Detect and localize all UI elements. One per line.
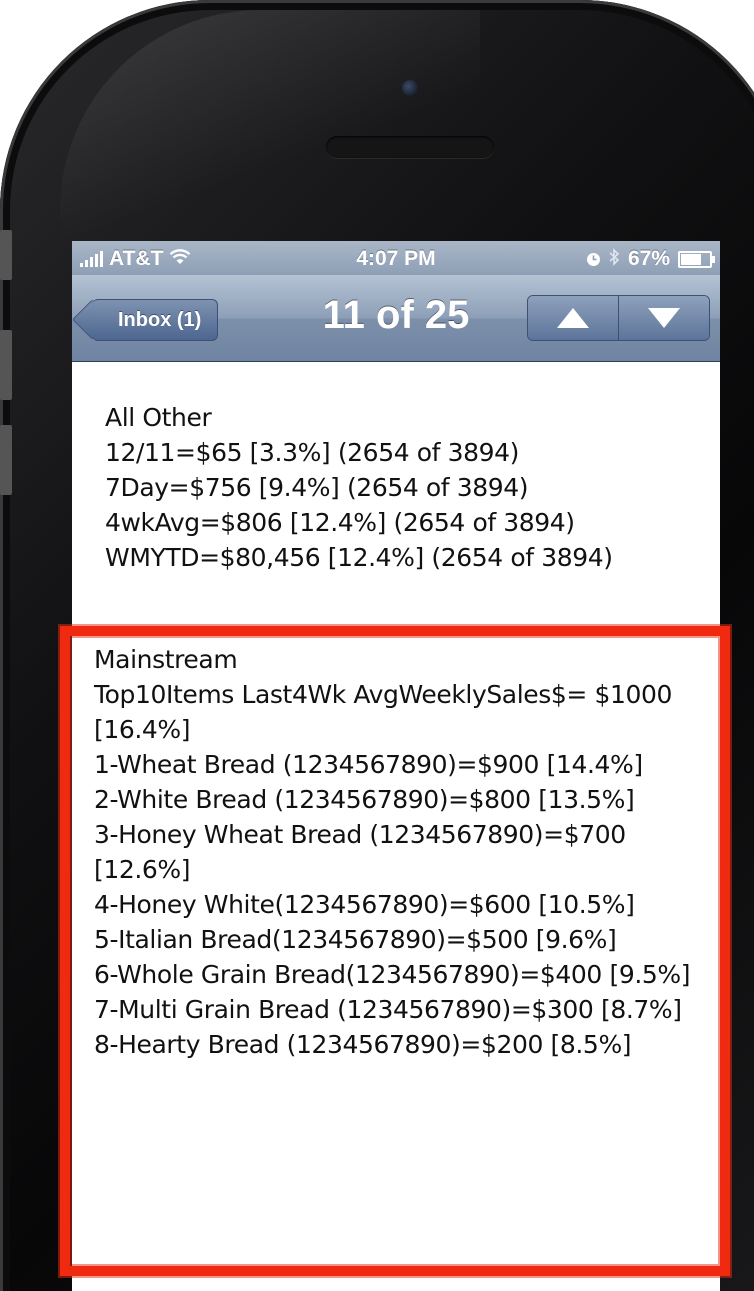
stat-line: WMYTD=$80,456 [12.4%] (2654 of 3894) — [105, 543, 613, 572]
inbox-back-button[interactable]: Inbox (1) — [92, 299, 219, 341]
list-item: 7-Multi Grain Bread (1234567890)=$300 [8… — [94, 995, 682, 1024]
nav-bar: 11 of 25 Inbox (1) — [72, 275, 720, 362]
stat-line: 12/11=$65 [3.3%] (2654 of 3894) — [105, 438, 519, 467]
list-item: 5-Italian Bread(1234567890)=$500 [9.6%] — [94, 925, 617, 954]
arrow-down-icon — [648, 308, 680, 328]
message-section-mainstream: Mainstream Top10Items Last4Wk AvgWeeklyS… — [94, 642, 714, 1062]
list-item: 3-Honey Wheat Bread (1234567890)=$700 [1… — [94, 820, 626, 884]
arrow-up-icon — [557, 308, 589, 328]
list-item: 8-Hearty Bread (1234567890)=$200 [8.5%] — [94, 1030, 632, 1059]
summary-line: Top10Items Last4Wk AvgWeeklySales$= $100… — [94, 680, 673, 744]
section-heading: Mainstream — [94, 645, 238, 674]
phone-sheen — [60, 10, 480, 250]
next-message-button[interactable] — [618, 296, 709, 340]
previous-message-button[interactable] — [528, 296, 618, 340]
front-camera — [402, 80, 418, 96]
list-item: 2-White Bread (1234567890)=$800 [13.5%] — [94, 785, 635, 814]
battery-fill — [681, 253, 702, 265]
mute-switch — [0, 230, 12, 280]
back-button-area: Inbox (1) — [72, 275, 272, 361]
earpiece-speaker — [326, 136, 494, 158]
list-item: 1-Wheat Bread (1234567890)=$900 [14.4%] — [94, 750, 643, 779]
battery-percent: 67% — [627, 247, 670, 270]
phone-body: AT&T 4:07 PM 67% 11 of 25 Inbox (1) All … — [0, 0, 754, 1291]
bluetooth-icon — [608, 247, 620, 271]
message-nav-arrows — [527, 295, 710, 341]
phone-screen: AT&T 4:07 PM 67% 11 of 25 Inbox (1) All … — [72, 241, 720, 1291]
stat-line: 7Day=$756 [9.4%] (2654 of 3894) — [105, 473, 529, 502]
inbox-back-label: Inbox (1) — [118, 308, 202, 331]
volume-down-button — [0, 425, 12, 495]
status-right: 67% — [586, 247, 715, 271]
stage: AT&T 4:07 PM 67% 11 of 25 Inbox (1) All … — [0, 0, 754, 1291]
alarm-clock-icon — [586, 252, 600, 266]
stat-line: 4wkAvg=$806 [12.4%] (2654 of 3894) — [105, 508, 575, 537]
message-section-all-other: All Other 12/11=$65 [3.3%] (2654 of 3894… — [105, 400, 715, 575]
battery-icon — [678, 250, 715, 268]
section-heading: All Other — [105, 403, 212, 432]
list-item: 6-Whole Grain Bread(1234567890)=$400 [9.… — [94, 960, 691, 989]
status-bar: AT&T 4:07 PM 67% — [72, 241, 720, 275]
list-item: 4-Honey White(1234567890)=$600 [10.5%] — [94, 890, 635, 919]
volume-up-button — [0, 330, 12, 400]
